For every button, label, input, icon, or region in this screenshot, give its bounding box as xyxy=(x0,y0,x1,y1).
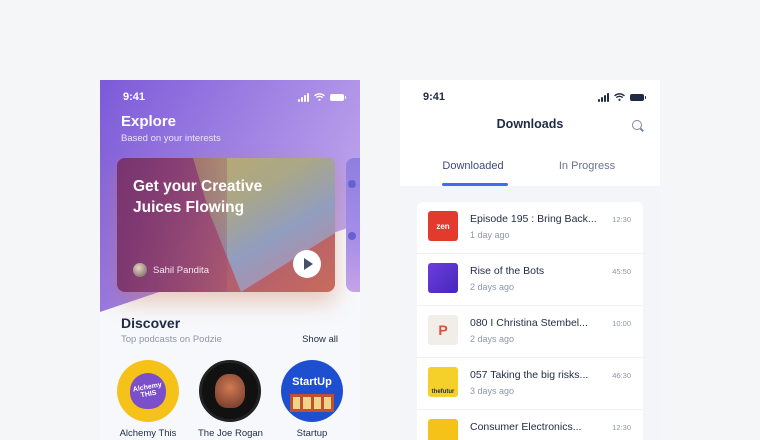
battery-icon xyxy=(630,93,646,101)
episode-title: 057 Taking the big risks... xyxy=(470,369,589,381)
podcast-cover xyxy=(199,360,261,422)
episode-duration: 12:30 xyxy=(612,215,631,224)
signal-icon xyxy=(598,92,609,102)
discover-title: Discover xyxy=(121,315,181,331)
episode-thumbnail xyxy=(428,419,458,440)
episode-thumbnail: zen xyxy=(428,211,458,241)
podcast-item[interactable]: Alchemy THIS Alchemy This xyxy=(116,360,180,439)
wifi-icon xyxy=(314,93,325,101)
episode-duration: 10:00 xyxy=(612,319,631,328)
status-bar: 9:41 xyxy=(100,80,360,114)
page-subtitle: Based on your interests xyxy=(121,133,221,144)
featured-author: Sahil Pandita xyxy=(133,263,209,277)
podcast-name: Startup xyxy=(296,428,328,439)
wifi-icon xyxy=(614,93,625,101)
author-name: Sahil Pandita xyxy=(153,264,209,276)
play-button[interactable] xyxy=(293,250,321,278)
episode-thumbnail xyxy=(428,263,458,293)
battery-icon xyxy=(330,93,346,101)
list-item[interactable]: thefutur 057 Taking the big risks... 3 d… xyxy=(417,358,643,410)
podcast-name: Alchemy This xyxy=(119,428,177,439)
status-time: 9:41 xyxy=(123,91,146,103)
podcast-cover: Alchemy THIS xyxy=(117,360,179,422)
podcast-item[interactable]: The Joe Rogan xyxy=(198,360,263,439)
page-title: Explore xyxy=(121,113,177,130)
episode-thumbnail: thefutur xyxy=(428,367,458,397)
page-title: Downloads xyxy=(496,117,564,131)
downloads-list: zen Episode 195 : Bring Back... 1 day ag… xyxy=(417,202,643,440)
episode-duration: 45:50 xyxy=(612,267,631,276)
status-time: 9:41 xyxy=(423,91,446,103)
building-icon xyxy=(290,394,334,412)
podcast-cover: StartUp xyxy=(281,360,343,422)
downloads-list-area: zen Episode 195 : Bring Back... 1 day ag… xyxy=(400,186,660,440)
host-portrait xyxy=(215,374,245,408)
show-all-link[interactable]: Show all xyxy=(302,334,338,345)
episode-thumbnail: P xyxy=(428,315,458,345)
avatar xyxy=(133,263,147,277)
episode-time: 2 days ago xyxy=(470,334,515,344)
tab-downloaded[interactable]: Downloaded xyxy=(408,160,538,172)
downloads-screen: 9:41 Downloads Downloaded In Progress ze… xyxy=(400,80,660,440)
list-item[interactable]: Rise of the Bots 2 days ago 45:50 xyxy=(417,254,643,306)
episode-title: 080 I Christina Stembel... xyxy=(470,317,588,329)
signal-icon xyxy=(298,92,309,102)
discover-subtitle: Top podcasts on Podzie xyxy=(121,334,222,345)
episode-title: Consumer Electronics... xyxy=(470,421,582,433)
episode-title: Rise of the Bots xyxy=(470,265,545,277)
podcast-item[interactable]: StartUp Startup xyxy=(280,360,344,439)
explore-screen: 9:41 Explore Based on your interests Get… xyxy=(100,80,360,440)
flask-icon: Alchemy THIS xyxy=(130,373,166,409)
next-featured-card[interactable] xyxy=(346,158,360,292)
featured-title: Get your Creative Juices Flowing xyxy=(133,178,263,216)
episode-time: 1 day ago xyxy=(470,230,510,240)
episode-title: Episode 195 : Bring Back... xyxy=(470,213,597,225)
episode-time: 2 days ago xyxy=(470,282,515,292)
tab-in-progress[interactable]: In Progress xyxy=(522,160,652,172)
episode-time: 3 days ago xyxy=(470,386,515,396)
search-icon[interactable] xyxy=(632,120,644,132)
list-item[interactable]: Consumer Electronics... 12:30 xyxy=(417,410,643,440)
list-item[interactable]: P 080 I Christina Stembel... 2 days ago … xyxy=(417,306,643,358)
podcast-name: The Joe Rogan xyxy=(198,428,263,439)
list-item[interactable]: zen Episode 195 : Bring Back... 1 day ag… xyxy=(417,202,643,254)
episode-duration: 12:30 xyxy=(612,423,631,432)
status-bar: 9:41 xyxy=(400,80,660,114)
featured-card[interactable]: Get your Creative Juices Flowing Sahil P… xyxy=(117,158,335,292)
episode-duration: 46:30 xyxy=(612,371,631,380)
